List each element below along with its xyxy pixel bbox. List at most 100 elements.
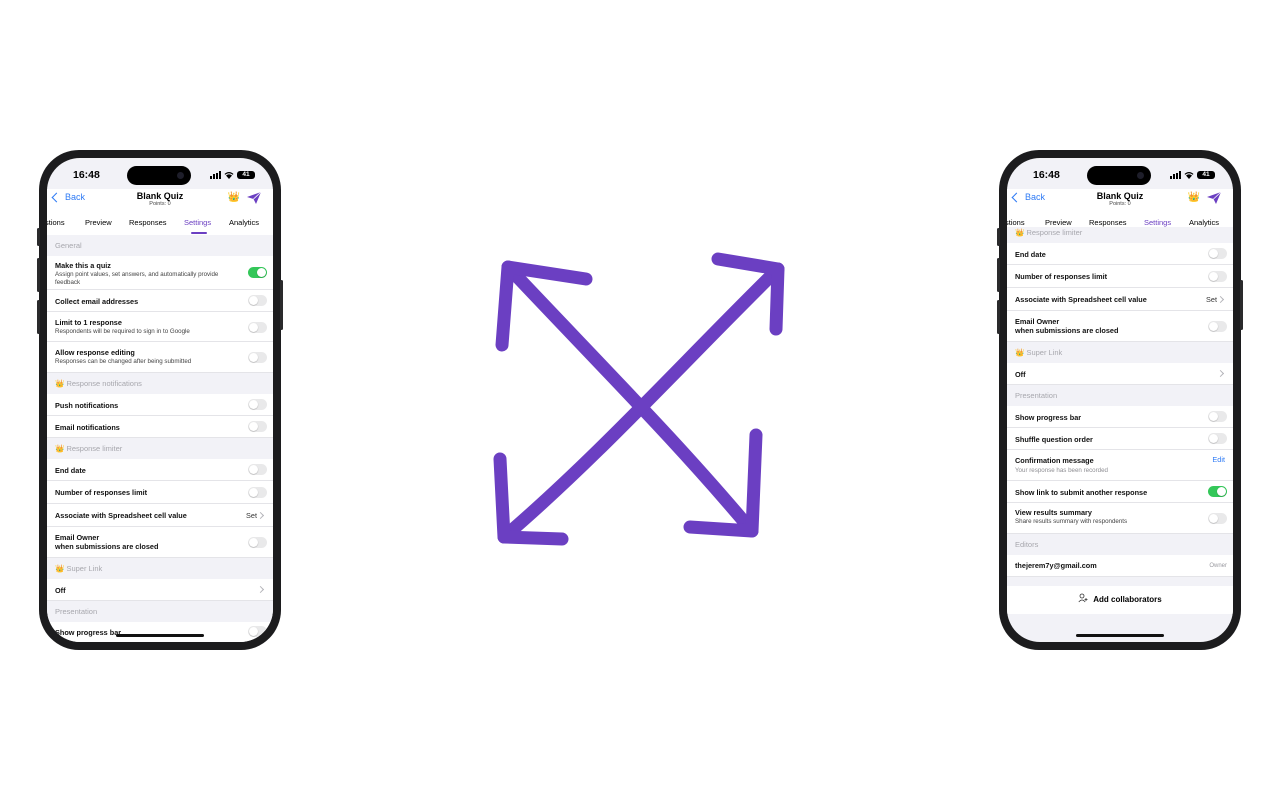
power-button [1240,280,1243,330]
section-editors: Editors [1007,534,1233,555]
section-response-limiter: 👑 Response limiter [1007,227,1233,243]
toggle-results-summary[interactable] [1208,513,1227,524]
chevron-right-icon [1216,369,1225,378]
add-collaborators-button[interactable]: Add collaborators [1007,586,1233,614]
toggle-allow-editing[interactable] [248,352,267,363]
screen-left: 16:48 41 Back Blank Quiz Points: 0 👑 sti… [47,158,273,642]
nav-header: Back Blank Quiz Points: 0 👑 [1007,189,1233,213]
tab-responses[interactable]: Responses [1089,218,1127,227]
tab-preview[interactable]: Preview [85,218,112,227]
toggle-responses-limit[interactable] [1208,271,1227,282]
section-super-link: 👑 Super Link [47,558,273,579]
send-icon[interactable] [247,192,261,204]
row-spreadsheet-cell[interactable]: Associate with Spreadsheet cell value Se… [47,504,273,527]
toggle-limit-response[interactable] [248,322,267,333]
signal-icon [1170,171,1181,179]
phone-left: 16:48 41 Back Blank Quiz Points: 0 👑 sti… [37,150,283,650]
action-button [37,228,40,246]
row-allow-editing: Allow response editing Responses can be … [47,342,273,373]
section-presentation: Presentation [47,601,273,622]
toggle-end-date[interactable] [248,464,267,475]
chevron-right-icon [256,511,265,520]
row-email-owner: Email Owner when submissions are closed [1007,311,1233,342]
tab-analytics[interactable]: Analytics [229,218,259,227]
row-show-progress-bar: Show progress bar [1007,406,1233,428]
toggle-email-owner[interactable] [1208,321,1227,332]
editor-email: thejerem7y@gmail.com [1015,561,1097,570]
wifi-icon [224,172,234,179]
status-time: 16:48 [1033,169,1060,181]
toggle-email-notifications[interactable] [248,421,267,432]
row-end-date: End date [1007,243,1233,265]
toggle-show-progress-bar[interactable] [248,626,267,637]
row-push-notifications: Push notifications [47,394,273,416]
row-responses-limit: Number of responses limit [1007,265,1233,288]
home-indicator [116,634,204,637]
row-responses-limit: Number of responses limit [47,481,273,504]
crown-icon: 👑 [55,444,65,453]
row-email-owner: Email Owner when submissions are closed [47,527,273,558]
volume-up-button [997,258,1000,292]
chevron-right-icon [1216,295,1225,304]
row-show-progress-bar: Show progress bar [47,622,273,642]
toggle-show-progress-bar[interactable] [1208,411,1227,422]
row-email-notifications: Email notifications [47,416,273,438]
settings-list: 👑 Response limiter End date Number of re… [1007,227,1233,642]
tab-questions[interactable]: stions [1007,218,1025,227]
row-results-summary: View results summary Share results summa… [1007,503,1233,534]
tab-responses[interactable]: Responses [129,218,167,227]
toggle-push-notifications[interactable] [248,399,267,410]
tab-bar: stions Preview Responses Settings Analyt… [47,213,273,235]
volume-up-button [37,258,40,292]
screen-right: 16:48 41 Back Blank Quiz Points: 0 👑 sti… [1007,158,1233,642]
toggle-submit-another[interactable] [1208,486,1227,497]
edit-link[interactable]: Edit [1212,455,1225,464]
add-person-icon [1078,593,1088,603]
crown-icon: 👑 [55,564,65,573]
editor-role: Owner [1209,563,1227,569]
section-response-limiter: 👑 Response limiter [47,438,273,459]
tab-analytics[interactable]: Analytics [1189,218,1219,227]
phone-right: 16:48 41 Back Blank Quiz Points: 0 👑 sti… [997,150,1243,650]
volume-down-button [37,300,40,334]
send-icon[interactable] [1207,192,1221,204]
tab-preview[interactable]: Preview [1045,218,1072,227]
row-shuffle-questions: Shuffle question order [1007,428,1233,450]
dynamic-island [127,166,191,185]
settings-list: General Make this a quiz Assign point va… [47,235,273,642]
section-super-link: 👑 Super Link [1007,342,1233,363]
tab-questions[interactable]: stions [47,218,65,227]
crown-icon[interactable]: 👑 [1188,192,1200,203]
set-value: Set [1206,295,1217,304]
toggle-email-owner[interactable] [248,537,267,548]
row-spreadsheet-cell[interactable]: Associate with Spreadsheet cell value Se… [1007,288,1233,311]
toggle-end-date[interactable] [1208,248,1227,259]
row-end-date: End date [47,459,273,481]
wifi-icon [1184,172,1194,179]
row-collect-email: Collect email addresses [47,290,273,312]
power-button [280,280,283,330]
home-indicator [1076,634,1164,637]
signal-icon [210,171,221,179]
toggle-make-quiz[interactable] [248,267,267,278]
chevron-right-icon [256,585,265,594]
expand-arrows-icon [493,252,785,546]
set-value: Set [246,511,257,520]
row-submit-another: Show link to submit another response [1007,481,1233,503]
toggle-responses-limit[interactable] [248,487,267,498]
section-response-notifications: 👑 Response notifications [47,373,273,394]
section-general: General [47,235,273,256]
row-super-link-off[interactable]: Off [47,579,273,601]
tab-settings[interactable]: Settings [1144,218,1171,227]
row-make-quiz: Make this a quiz Assign point values, se… [47,256,273,290]
toggle-collect-email[interactable] [248,295,267,306]
row-confirmation-message: Confirmation message Your response has b… [1007,450,1233,481]
crown-icon: 👑 [1015,228,1025,237]
toggle-shuffle-questions[interactable] [1208,433,1227,444]
battery-icon: 41 [237,171,255,179]
tab-settings[interactable]: Settings [184,218,211,227]
crown-icon[interactable]: 👑 [228,192,240,203]
crown-icon: 👑 [1015,348,1025,357]
row-super-link-off[interactable]: Off [1007,363,1233,385]
row-limit-response: Limit to 1 response Respondents will be … [47,312,273,342]
